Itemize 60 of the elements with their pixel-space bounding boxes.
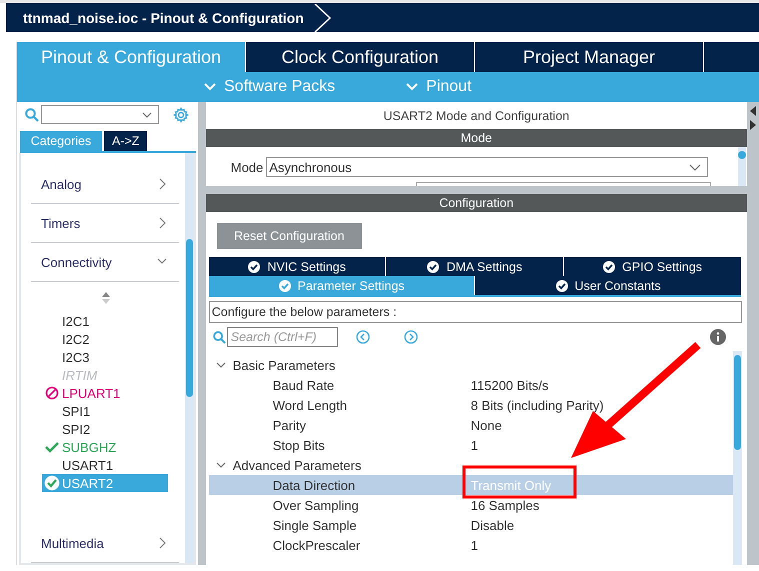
- parameter-row[interactable]: Data Direction Transmit Only: [208, 475, 733, 495]
- mode-label: Mode: [230, 160, 264, 174]
- category-item[interactable]: Connectivity: [31, 243, 179, 282]
- section-header: Mode: [206, 129, 747, 147]
- category-item[interactable]: Timers: [31, 204, 179, 243]
- section-header: Configuration: [206, 194, 747, 212]
- instruction-text: Configure the below parameters :: [208, 301, 742, 323]
- check-circle-icon: [556, 280, 568, 292]
- parameter-row[interactable]: Word Length 8 Bits (including Parity): [208, 395, 733, 415]
- parameter-group[interactable]: Advanced Parameters: [208, 455, 733, 475]
- settings-tab[interactable]: DMA Settings: [386, 257, 564, 276]
- dropdown-caret-icon: [142, 112, 152, 118]
- peripheral-item[interactable]: I2C3: [42, 348, 168, 366]
- parameter-row[interactable]: Baud Rate 115200 Bits/s: [208, 375, 733, 395]
- breadcrumb-title[interactable]: ttnmad_noise.ioc - Pinout & Configuration: [6, 10, 304, 26]
- parameter-group[interactable]: Basic Parameters: [208, 355, 733, 375]
- panel-title: USART2 Mode and Configuration: [382, 108, 570, 125]
- search-icon: [25, 108, 39, 122]
- collapse-arrows-icon[interactable]: [748, 106, 757, 130]
- main-tab[interactable]: Project Manager: [475, 42, 704, 72]
- scrollbar[interactable]: [733, 351, 742, 565]
- mode-dropdown[interactable]: Asynchronous: [266, 157, 708, 177]
- dropdown-caret-icon: [689, 164, 702, 170]
- check-circle-icon: [44, 475, 60, 491]
- sort-icon[interactable]: [102, 292, 110, 304]
- previous-icon[interactable]: [356, 330, 370, 344]
- peripheral-item[interactable]: USART1: [42, 456, 168, 474]
- search-field[interactable]: Search (Ctrl+F): [226, 327, 338, 347]
- settings-tab[interactable]: NVIC Settings: [208, 257, 386, 276]
- parameter-row[interactable]: Over Sampling 16 Samples: [208, 495, 733, 515]
- prohibited-icon: [45, 386, 59, 400]
- search-icon: [212, 330, 226, 344]
- peripheral-item[interactable]: LPUART1: [42, 384, 168, 402]
- scrollbar[interactable]: [738, 147, 746, 186]
- chevron-down-icon: [406, 83, 418, 91]
- check-circle-icon: [427, 260, 440, 272]
- info-icon[interactable]: [710, 329, 726, 345]
- view-tab[interactable]: A->Z: [104, 131, 148, 151]
- check-circle-icon: [603, 260, 616, 272]
- peripheral-item[interactable]: I2C1: [42, 312, 168, 330]
- settings-icon[interactable]: [173, 106, 189, 122]
- parameter-row[interactable]: Parity None: [208, 415, 733, 435]
- parameter-row[interactable]: Single Sample Disable: [208, 515, 733, 535]
- peripheral-item[interactable]: SPI2: [42, 420, 168, 438]
- check-circle-icon: [248, 260, 260, 272]
- search-combo-box[interactable]: [41, 105, 159, 124]
- category-item[interactable]: Multimedia: [31, 524, 179, 563]
- check-icon: [45, 441, 59, 453]
- chevron-down-icon: [204, 83, 216, 91]
- check-circle-icon: [278, 280, 291, 292]
- peripheral-item[interactable]: I2C2: [42, 330, 168, 348]
- settings-tab[interactable]: GPIO Settings: [564, 257, 741, 276]
- category-item[interactable]: Analog: [31, 165, 179, 204]
- scrollbar[interactable]: [184, 153, 194, 563]
- parameter-row[interactable]: Stop Bits 1: [208, 435, 733, 455]
- peripheral-item[interactable]: SPI1: [42, 402, 168, 420]
- parameter-row[interactable]: ClockPrescaler 1: [208, 535, 733, 555]
- main-tab[interactable]: Clock Configuration: [246, 42, 475, 72]
- settings-tab[interactable]: User Constants: [475, 276, 742, 295]
- next-icon[interactable]: [404, 330, 418, 344]
